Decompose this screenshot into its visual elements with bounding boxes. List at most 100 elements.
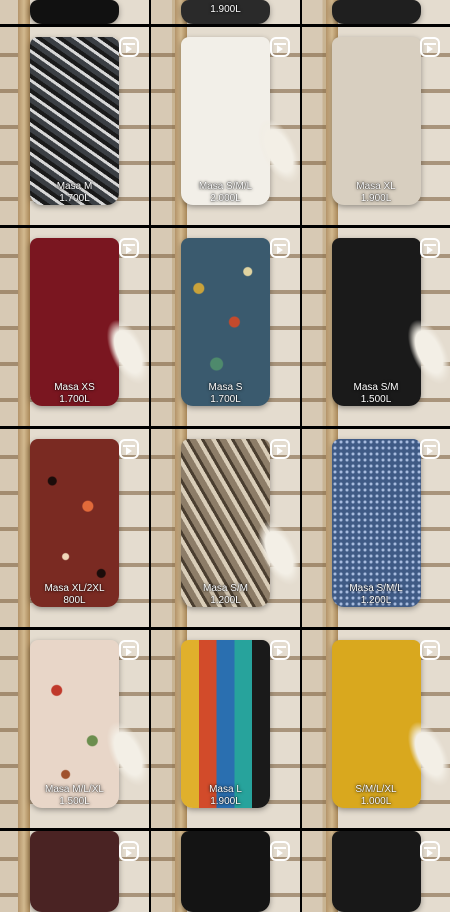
garment-image — [181, 439, 270, 607]
reel-tile[interactable] — [0, 831, 149, 912]
reel-tile[interactable]: Masa S/M/L 2.000L — [151, 27, 300, 225]
play-icon — [126, 849, 132, 857]
reel-icon — [420, 238, 440, 258]
reel-icon — [270, 640, 290, 660]
play-icon — [427, 45, 433, 53]
play-icon — [427, 246, 433, 254]
size-label: S/M/L/XL — [355, 784, 397, 795]
reel-tile[interactable]: Masa L 1.900L — [151, 630, 300, 828]
garment-image — [332, 0, 421, 24]
size-label: Masa S — [208, 382, 243, 393]
reel-icon — [119, 640, 139, 660]
size-label: Masa S/M/L — [198, 181, 253, 192]
play-icon — [277, 648, 283, 656]
garment-image — [30, 640, 119, 808]
reel-tile[interactable]: Masa XS 1.700L — [0, 228, 149, 426]
reel-icon — [420, 841, 440, 861]
size-label: Masa XL — [356, 181, 396, 192]
reel-tile[interactable]: 1.900L — [151, 0, 300, 24]
garment-image — [181, 37, 270, 205]
reel-tile[interactable]: S/M/L/XL 1.000L — [302, 630, 450, 828]
price-caption: Masa M 1.700L — [0, 181, 149, 205]
size-label: Masa XS — [54, 382, 95, 393]
price-caption: Masa S/M/L 2.000L — [151, 181, 300, 205]
reel-icon — [420, 439, 440, 459]
price-caption: Masa S/M/L 1.200L — [302, 583, 450, 607]
price-label: 1.000L — [360, 796, 392, 807]
play-icon — [427, 447, 433, 455]
garment-image — [30, 439, 119, 607]
reel-tile[interactable]: Masa S/M 1.500L — [302, 228, 450, 426]
garment-image — [332, 439, 421, 607]
reel-icon — [119, 841, 139, 861]
price-caption: Masa L 1.900L — [151, 784, 300, 808]
reel-icon — [270, 37, 290, 57]
play-icon — [126, 447, 132, 455]
price-caption: Masa XL/2XL 800L — [0, 583, 149, 607]
price-label: 1.700L — [59, 394, 90, 405]
play-icon — [427, 648, 433, 656]
reel-tile[interactable]: Masa M 1.700L — [0, 27, 149, 225]
reel-icon — [420, 640, 440, 660]
reel-tile[interactable]: Masa S 1.700L — [151, 228, 300, 426]
price-label: 2.000L — [210, 193, 241, 204]
reel-tile[interactable]: Masa XL 1.900L — [302, 27, 450, 225]
reel-tile[interactable] — [151, 831, 300, 912]
price-caption: Masa S/M 1.500L — [302, 382, 450, 406]
reel-tile[interactable] — [0, 0, 149, 24]
play-icon — [126, 45, 132, 53]
reel-icon — [420, 37, 440, 57]
reel-icon — [270, 238, 290, 258]
garment-image — [181, 831, 270, 912]
price-label: 1.900L — [360, 193, 392, 204]
garment-image — [332, 37, 421, 205]
garment-image — [332, 831, 421, 912]
price-caption: Masa M/L/XL 1.500L — [0, 784, 149, 808]
garment-image — [181, 238, 270, 406]
reel-tile[interactable]: Masa S/M 1.200L — [151, 429, 300, 627]
reel-icon — [270, 841, 290, 861]
size-label: Masa M/L/XL — [45, 784, 104, 795]
play-icon — [277, 849, 283, 857]
play-icon — [277, 246, 283, 254]
price-caption: Masa XL 1.900L — [302, 181, 450, 205]
size-label: Masa S/M — [353, 382, 399, 393]
price-caption: Masa S/M 1.200L — [151, 583, 300, 607]
play-icon — [277, 45, 283, 53]
price-label: 1.200L — [210, 595, 241, 606]
reel-tile[interactable]: Masa S/M/L 1.200L — [302, 429, 450, 627]
price-caption: Masa S 1.700L — [151, 382, 300, 406]
play-icon — [277, 447, 283, 455]
price-label: 1.200L — [360, 595, 392, 606]
pallet-post — [18, 0, 30, 24]
reel-tile[interactable]: Masa XL/2XL 800L — [0, 429, 149, 627]
play-icon — [126, 648, 132, 656]
size-label: Masa S/M/L — [349, 583, 403, 594]
price-label: 1.500L — [360, 394, 392, 405]
price-label: 800L — [63, 595, 86, 606]
price-label: 1.900L — [210, 796, 241, 807]
play-icon — [427, 849, 433, 857]
garment-image — [30, 37, 119, 205]
reel-icon — [270, 439, 290, 459]
reel-tile[interactable] — [302, 831, 450, 912]
garment-image — [30, 238, 119, 406]
reels-grid: 1.900L Masa M 1.700L Masa S/M/L 2.000L Masa X… — [0, 0, 450, 912]
price-label: 1.700L — [210, 394, 241, 405]
size-label: Masa L — [209, 784, 242, 795]
pallet-post — [18, 831, 30, 912]
price-label: 1.900L — [210, 4, 241, 15]
price-caption: Masa XS 1.700L — [0, 382, 149, 406]
price-caption: 1.900L — [151, 4, 300, 16]
price-label: 1.500L — [59, 796, 90, 807]
size-label: Masa S/M — [202, 583, 248, 594]
garment-image — [30, 831, 119, 912]
reel-tile[interactable]: Masa M/L/XL 1.500L — [0, 630, 149, 828]
play-icon — [126, 246, 132, 254]
reel-icon — [119, 238, 139, 258]
size-label: Masa M — [56, 181, 93, 192]
reel-tile[interactable] — [302, 0, 450, 24]
price-label: 1.700L — [59, 193, 90, 204]
price-caption: S/M/L/XL 1.000L — [302, 784, 450, 808]
garment-image — [181, 640, 270, 808]
